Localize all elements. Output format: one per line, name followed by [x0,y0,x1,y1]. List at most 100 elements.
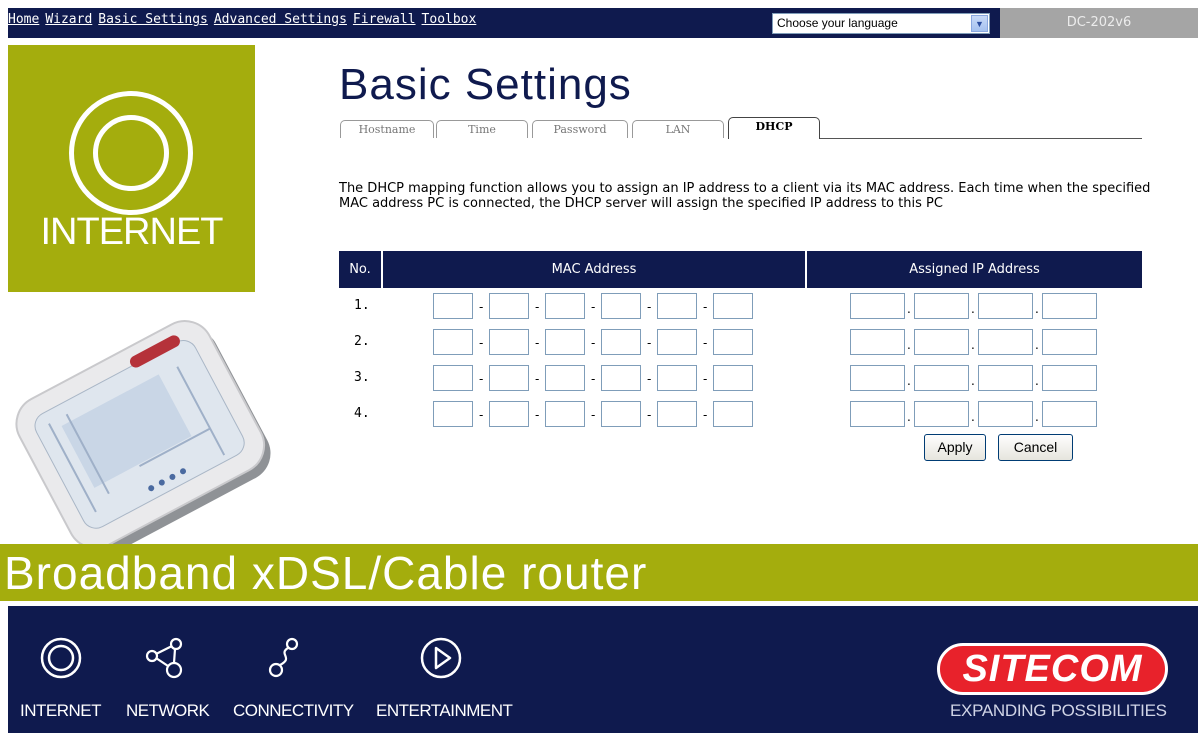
mac-separator: - [647,372,652,386]
ip-octet-input[interactable] [1042,293,1097,319]
language-select[interactable]: Choose your language ▼ [772,13,990,34]
nav-advanced-settings-link[interactable]: Advanced Settings [214,12,347,27]
sitecom-logo-text: SITECOM [962,648,1143,690]
nav-wizard-link[interactable]: Wizard [45,12,92,27]
ip-octet-input[interactable] [850,293,905,319]
chevron-down-icon[interactable]: ▼ [971,15,988,32]
mac-separator: - [647,300,652,314]
mac-separator: - [479,336,484,350]
tab-password[interactable]: Password [532,120,628,138]
mac-octet-input[interactable] [601,329,641,355]
dhcp-description: The DHCP mapping function allows you to … [339,181,1151,211]
ip-octet-input[interactable] [978,365,1033,391]
network-icon [145,637,183,679]
mac-octet-input[interactable] [713,401,753,427]
mac-octet-input[interactable] [433,329,473,355]
ip-octet-input[interactable] [850,329,905,355]
tab-lan[interactable]: LAN [632,120,724,138]
mac-octet-input[interactable] [657,401,697,427]
footer-label-network: NETWORK [126,701,210,720]
mac-octet-input[interactable] [713,293,753,319]
mac-separator: - [591,300,596,314]
footer: INTERNET NETWORK CONNECTIVITY ENTERTAINM… [8,606,1198,733]
mac-separator: - [535,372,540,386]
top-bar: Home Wizard Basic Settings Advanced Setting… [8,8,1198,38]
column-header-assigned-ip: Assigned IP Address [807,251,1142,288]
tabs-baseline [820,138,1142,139]
mac-octet-input[interactable] [433,293,473,319]
ip-octet-input[interactable] [914,329,969,355]
nav-firewall-link[interactable]: Firewall [353,12,416,27]
ip-octet-input[interactable] [914,293,969,319]
nav-toolbox-link[interactable]: Toolbox [422,12,477,27]
mac-octet-input[interactable] [713,365,753,391]
language-select-value: Choose your language [777,16,898,30]
nav-basic-settings-link[interactable]: Basic Settings [98,12,208,27]
cancel-button[interactable]: Cancel [998,434,1073,461]
mac-octet-input[interactable] [545,401,585,427]
ip-separator: . [971,338,975,352]
mac-octet-input[interactable] [601,401,641,427]
mac-separator: - [535,300,540,314]
mac-octet-input[interactable] [433,365,473,391]
mac-separator: - [535,408,540,422]
connectivity-icon [268,637,299,678]
product-banner: Broadband xDSL/Cable router [0,544,1198,601]
footer-label-connectivity: CONNECTIVITY [233,701,354,720]
tab-hostname[interactable]: Hostname [340,120,434,138]
settings-tabs: Hostname Time Password LAN DHCP [340,117,1142,139]
ip-separator: . [907,410,911,424]
mac-separator: - [703,408,708,422]
ip-octet-input[interactable] [1042,365,1097,391]
row-number: 1. [354,298,370,313]
mac-octet-input[interactable] [489,293,529,319]
internet-tile-label: INTERNET [40,211,224,253]
mac-octet-input[interactable] [657,365,697,391]
mac-octet-input[interactable] [489,401,529,427]
ip-separator: . [1035,302,1039,316]
mac-octet-input[interactable] [489,365,529,391]
tab-time[interactable]: Time [436,120,528,138]
play-icon [420,637,462,679]
product-banner-text: Broadband xDSL/Cable router [4,547,648,599]
mac-octet-input[interactable] [545,293,585,319]
ip-octet-input[interactable] [914,401,969,427]
tab-dhcp[interactable]: DHCP [728,117,820,139]
ip-separator: . [971,410,975,424]
row-number: 4. [354,406,370,421]
nav-home-link[interactable]: Home [8,12,39,27]
mac-separator: - [591,336,596,350]
mac-octet-input[interactable] [545,329,585,355]
mac-octet-input[interactable] [657,329,697,355]
mac-octet-input[interactable] [545,365,585,391]
mac-octet-input[interactable] [433,401,473,427]
mac-separator: - [535,336,540,350]
ip-octet-input[interactable] [978,329,1033,355]
ip-separator: . [907,302,911,316]
sitecom-logo: SITECOM [937,643,1168,695]
mac-octet-input[interactable] [489,329,529,355]
ip-octet-input[interactable] [850,365,905,391]
ip-octet-input[interactable] [978,293,1033,319]
apply-button[interactable]: Apply [924,434,986,461]
ip-octet-input[interactable] [1042,329,1097,355]
mac-octet-input[interactable] [601,365,641,391]
footer-label-entertainment: ENTERTAINMENT [376,701,513,720]
brand-tagline: EXPANDING POSSIBILITIES [950,701,1167,720]
column-header-mac-address: MAC Address [383,251,805,288]
ip-separator: . [1035,410,1039,424]
mac-octet-input[interactable] [657,293,697,319]
mac-separator: - [647,408,652,422]
ip-octet-input[interactable] [850,401,905,427]
mac-octet-input[interactable] [713,329,753,355]
mac-separator: - [647,336,652,350]
ip-separator: . [907,338,911,352]
ip-octet-input[interactable] [1042,401,1097,427]
mac-octet-input[interactable] [601,293,641,319]
ip-octet-input[interactable] [914,365,969,391]
page-title: Basic Settings [339,60,632,109]
ip-octet-input[interactable] [978,401,1033,427]
row-number: 3. [354,370,370,385]
mac-separator: - [703,336,708,350]
mac-separator: - [703,300,708,314]
